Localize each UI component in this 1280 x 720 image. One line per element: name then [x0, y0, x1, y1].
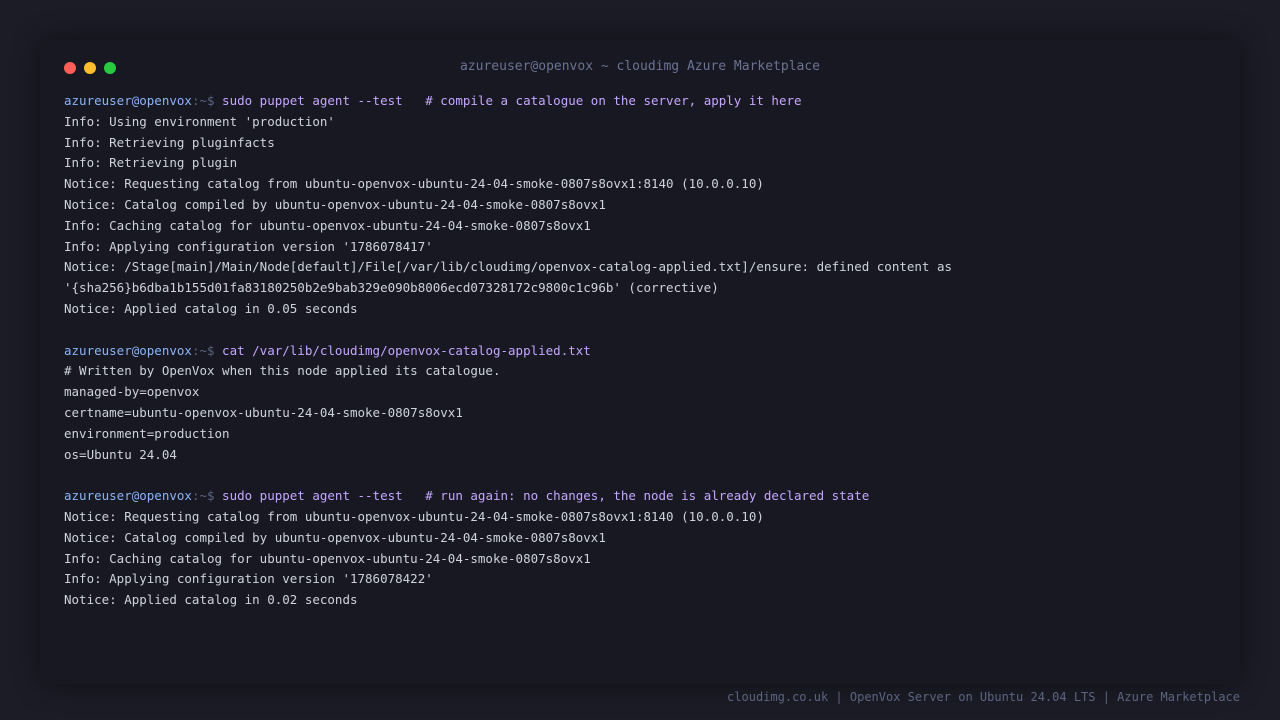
output-line: environment=production	[64, 425, 230, 441]
output-line: Info: Caching catalog for ubuntu-openvox…	[64, 217, 591, 233]
prompt-user-host: azureuser@openvox	[64, 342, 192, 358]
command-text: sudo puppet agent --test # run again: no…	[222, 488, 870, 504]
command-text: sudo puppet agent --test # compile a cat…	[222, 93, 802, 108]
output-line: Info: Retrieving pluginfacts	[64, 134, 275, 150]
footer-caption: cloudimg.co.uk | OpenVox Server on Ubunt…	[727, 690, 1240, 704]
output-line: Info: Applying configuration version '17…	[64, 571, 433, 587]
output-line: Notice: Catalog compiled by ubuntu-openv…	[64, 529, 606, 545]
output-line: Info: Retrieving plugin	[64, 155, 238, 171]
output-line: Info: Using environment 'production'	[64, 113, 335, 129]
prompt-path: :~$	[191, 342, 223, 358]
output-line: Notice: Applied catalog in 0.02 seconds	[64, 592, 358, 608]
prompt-path: :~$	[191, 93, 223, 108]
output-line: Notice: Applied catalog in 0.05 seconds	[64, 300, 358, 316]
output-line: Info: Applying configuration version '17…	[64, 238, 433, 254]
title-bar: azureuser@openvox ~ cloudimg Azure Marke…	[40, 40, 1240, 96]
prompt-line: azureuser@openvox:~$ sudo puppet agent -…	[64, 486, 1224, 507]
prompt-line: azureuser@openvox:~$ cat /var/lib/cloudi…	[64, 341, 1224, 362]
terminal-output[interactable]: azureuser@openvox:~$ sudo puppet agent -…	[64, 91, 1224, 611]
window-title: azureuser@openvox ~ cloudimg Azure Marke…	[459, 59, 821, 74]
output-line: '{sha256}b6dba1b155d01fa83180250b2e9bab3…	[64, 280, 719, 296]
prompt-line: azureuser@openvox:~$ sudo puppet agent -…	[64, 91, 1224, 112]
output-line: Info: Caching catalog for ubuntu-openvox…	[64, 550, 591, 566]
output-line: Notice: Requesting catalog from ubuntu-o…	[64, 508, 764, 524]
prompt-user-host: azureuser@openvox	[64, 93, 192, 108]
output-line: os=Ubuntu 24.04	[64, 446, 177, 462]
terminal-window: azureuser@openvox ~ cloudimg Azure Marke…	[40, 40, 1240, 684]
output-line: certname=ubuntu-openvox-ubuntu-24-04-smo…	[64, 404, 463, 420]
output-line: Notice: Requesting catalog from ubuntu-o…	[64, 176, 764, 192]
output-line: Notice: Catalog compiled by ubuntu-openv…	[64, 196, 606, 212]
prompt-user-host: azureuser@openvox	[64, 488, 192, 504]
output-line: Notice: /Stage[main]/Main/Node[default]/…	[64, 259, 953, 275]
command-text: cat /var/lib/cloudimg/openvox-catalog-ap…	[222, 342, 591, 358]
output-line: managed-by=openvox	[64, 384, 200, 400]
prompt-path: :~$	[191, 488, 223, 504]
output-line: # Written by OpenVox when this node appl…	[64, 363, 501, 379]
